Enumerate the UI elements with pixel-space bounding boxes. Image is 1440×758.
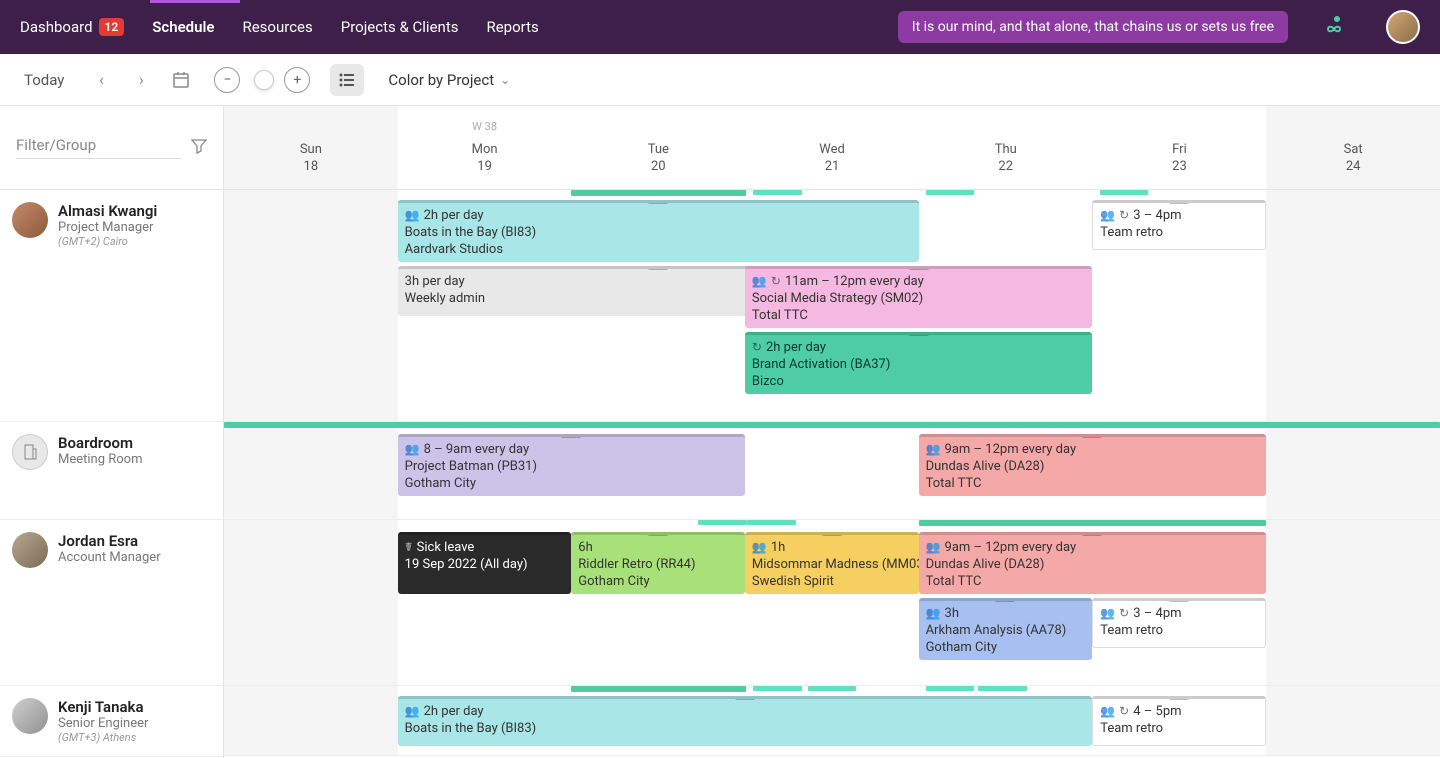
booking[interactable]: 👥3h Arkham Analysis (AA78) Gotham City <box>919 598 1093 660</box>
zoom-controls: − + <box>214 67 310 93</box>
day-col-sun: Sun 18 <box>224 106 398 189</box>
booking[interactable]: ↻2h per day Brand Activation (BA37) Bizc… <box>745 332 1092 394</box>
schedule-row: 👥2h per day Boats in the Bay (BI83) Aard… <box>224 190 1440 422</box>
day-col-sat: Sat 24 <box>1266 106 1440 189</box>
toolbar: Today ‹ › − + Color by Project ⌄ <box>0 54 1440 106</box>
schedule-row: 👥8 – 9am every day Project Batman (PB31)… <box>224 422 1440 520</box>
people-icon: 👥 <box>405 207 420 224</box>
day-col-wed: Wed 21 <box>745 106 919 189</box>
nav-dashboard[interactable]: Dashboard 12 <box>20 18 124 36</box>
recurring-icon: ↻ <box>1119 207 1129 224</box>
resource-name: Jordan Esra <box>58 532 161 550</box>
resource-tz: (GMT+3) Athens <box>58 731 148 744</box>
day-col-thu: Thu 22 <box>919 106 1093 189</box>
resource-role: Senior Engineer <box>58 716 148 731</box>
avatar <box>12 698 48 734</box>
color-by-dropdown[interactable]: Color by Project ⌄ <box>388 71 510 89</box>
filter-input[interactable]: Filter/Group <box>16 136 181 159</box>
booking[interactable]: 👥↻11am – 12pm every day Social Media Str… <box>745 266 1092 328</box>
resource-tz: (GMT+2) Cairo <box>58 235 157 248</box>
booking[interactable]: 👥9am – 12pm every day Dundas Alive (DA28… <box>919 532 1266 594</box>
booking[interactable]: 👥↻3 – 4pm Team retro <box>1092 598 1266 648</box>
zoom-out-button[interactable]: − <box>214 67 240 93</box>
calendar-icon[interactable] <box>168 67 194 93</box>
booking[interactable]: ☤Sick leave 19 Sep 2022 (All day) <box>398 532 572 594</box>
prev-button[interactable]: ‹ <box>88 67 114 93</box>
chevron-down-icon: ⌄ <box>500 73 510 87</box>
booking[interactable]: 👥↻3 – 4pm Team retro <box>1092 200 1266 250</box>
next-button[interactable]: › <box>128 67 154 93</box>
people-icon: 👥 <box>405 703 420 720</box>
zoom-slider[interactable] <box>244 67 280 93</box>
filter-icon[interactable] <box>191 138 207 158</box>
booking[interactable]: 👥↻4 – 5pm Team retro <box>1092 696 1266 746</box>
resource-list: Almasi Kwangi Project Manager (GMT+2) Ca… <box>0 190 223 758</box>
leave-icon: ☤ <box>405 539 413 556</box>
infinity-icon[interactable] <box>1324 13 1350 41</box>
avatar <box>12 202 48 238</box>
people-icon: 👥 <box>752 273 767 290</box>
calendar-header: Sun 18 W 38 Mon 19 Tue 20 Wed 21 Thu <box>224 106 1440 190</box>
list-toggle-button[interactable] <box>330 64 364 96</box>
resource-row[interactable]: Kenji Tanaka Senior Engineer (GMT+3) Ath… <box>0 686 223 757</box>
resource-role: Account Manager <box>58 550 161 565</box>
booking[interactable]: 👥1h Midsommar Madness (MM03) Swedish Spi… <box>745 532 919 594</box>
day-col-mon: W 38 Mon 19 <box>398 106 572 189</box>
calendar: Sun 18 W 38 Mon 19 Tue 20 Wed 21 Thu <box>224 106 1440 758</box>
calendar-body[interactable]: 👥2h per day Boats in the Bay (BI83) Aard… <box>224 190 1440 758</box>
nav-projects[interactable]: Projects & Clients <box>341 18 459 36</box>
color-by-label: Color by Project <box>388 71 494 89</box>
top-nav: Dashboard 12 Schedule Resources Projects… <box>0 0 1440 54</box>
booking[interactable]: 👥8 – 9am every day Project Batman (PB31)… <box>398 434 745 496</box>
active-tab-accent <box>150 0 240 3</box>
booking[interactable]: 👥2h per day Boats in the Bay (BI83) Aard… <box>398 200 919 262</box>
day-col-tue: Tue 20 <box>571 106 745 189</box>
people-icon: 👥 <box>1100 703 1115 720</box>
schedule-row: ☤Sick leave 19 Sep 2022 (All day) 6h Rid… <box>224 520 1440 686</box>
resource-role: Project Manager <box>58 220 157 235</box>
resource-name: Almasi Kwangi <box>58 202 157 220</box>
quote-banner: It is our mind, and that alone, that cha… <box>898 11 1288 43</box>
nav-resources[interactable]: Resources <box>242 18 312 36</box>
people-icon: 👥 <box>1100 605 1115 622</box>
recurring-icon: ↻ <box>1119 703 1129 720</box>
zoom-in-button[interactable]: + <box>284 67 310 93</box>
booking[interactable]: 6h Riddler Retro (RR44) Gotham City <box>571 532 745 594</box>
people-icon: 👥 <box>926 539 941 556</box>
resource-role: Meeting Room <box>58 452 143 467</box>
today-button[interactable]: Today <box>24 71 64 89</box>
people-icon: 👥 <box>926 605 941 622</box>
resource-name: Kenji Tanaka <box>58 698 148 716</box>
recurring-icon: ↻ <box>752 339 762 356</box>
schedule-row: 👥2h per day Boats in the Bay (BI83) 👥↻4 … <box>224 686 1440 756</box>
nav-schedule[interactable]: Schedule <box>152 18 214 36</box>
resource-row[interactable]: Almasi Kwangi Project Manager (GMT+2) Ca… <box>0 190 223 422</box>
booking[interactable]: 👥2h per day Boats in the Bay (BI83) <box>398 696 1093 746</box>
people-icon: 👥 <box>405 441 420 458</box>
people-icon: 👥 <box>1100 207 1115 224</box>
filter-row: Filter/Group <box>0 106 223 190</box>
nav-reports[interactable]: Reports <box>486 18 538 36</box>
recurring-icon: ↻ <box>771 273 781 290</box>
day-col-fri: Fri 23 <box>1093 106 1267 189</box>
week-label: W 38 <box>472 120 497 133</box>
recurring-icon: ↻ <box>1119 605 1129 622</box>
booking[interactable]: 👥9am – 12pm every day Dundas Alive (DA28… <box>919 434 1266 496</box>
nav-dashboard-label: Dashboard <box>20 18 93 36</box>
people-icon: 👥 <box>752 539 767 556</box>
avatar <box>12 532 48 568</box>
room-icon <box>12 434 48 470</box>
sidebar: Filter/Group Almasi Kwangi Project Manag… <box>0 106 224 758</box>
people-icon: 👥 <box>926 441 941 458</box>
user-avatar[interactable] <box>1386 10 1420 44</box>
resource-row[interactable]: Jordan Esra Account Manager <box>0 520 223 686</box>
dashboard-badge: 12 <box>99 18 125 36</box>
resource-row[interactable]: Boardroom Meeting Room <box>0 422 223 520</box>
resource-name: Boardroom <box>58 434 143 452</box>
